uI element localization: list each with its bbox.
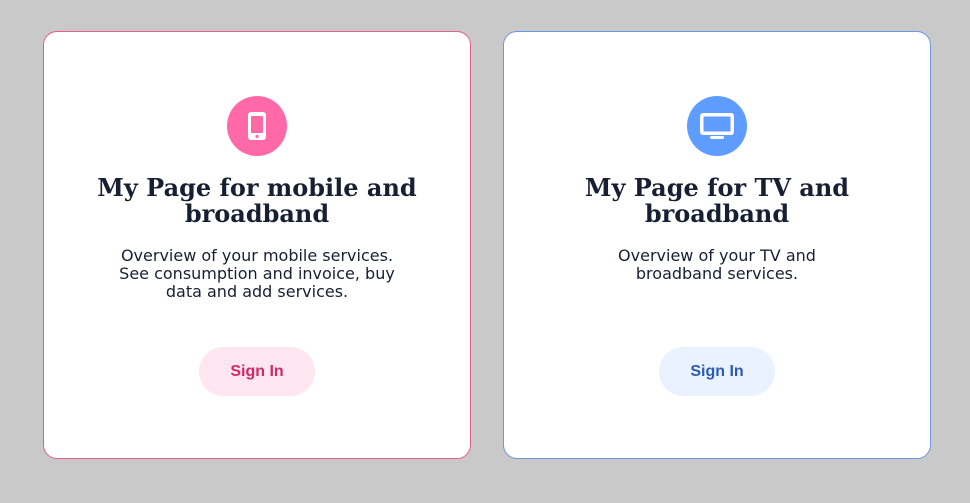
- tv-monitor-icon: [687, 96, 747, 156]
- mobile-broadband-card: My Page for mobile and broadband Overvie…: [43, 31, 471, 459]
- mobile-sign-in-button[interactable]: Sign In: [199, 347, 315, 396]
- mobile-phone-icon: [227, 96, 287, 156]
- card-title: My Page for TV and broadband: [584, 173, 850, 228]
- card-title: My Page for mobile and broadband: [97, 173, 417, 228]
- card-description: Overview of your mobile services. See co…: [119, 246, 395, 301]
- tv-broadband-card: My Page for TV and broadband Overview of…: [503, 31, 931, 459]
- card-description: Overview of your TV and broadband servic…: [618, 246, 816, 283]
- tv-sign-in-button[interactable]: Sign In: [659, 347, 775, 396]
